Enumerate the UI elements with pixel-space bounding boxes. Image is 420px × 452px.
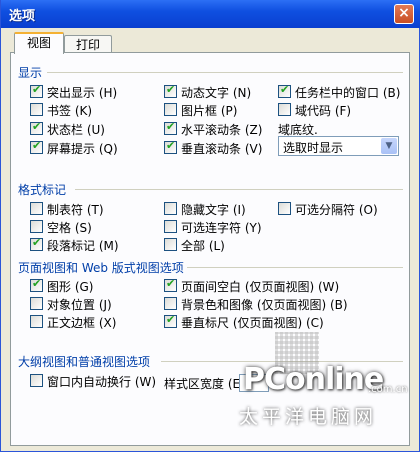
dialog-title: 选项 bbox=[9, 9, 36, 24]
optional-breaks-checkbox[interactable] bbox=[278, 202, 291, 215]
tab-characters-label: 制表符 (T) bbox=[47, 203, 104, 217]
spaces-checkbox[interactable] bbox=[30, 220, 43, 233]
vertical-ruler-checkbox[interactable] bbox=[164, 313, 177, 328]
screen-tips-label: 屏幕提示 (Q) bbox=[47, 142, 118, 156]
wrap-to-window-label: 窗口内自动换行 (W) bbox=[47, 375, 157, 389]
highlight-label: 突出显示 (H) bbox=[47, 86, 118, 100]
optional-hyphens-checkbox[interactable] bbox=[164, 220, 177, 233]
optional-breaks-label: 可选分隔符 (O) bbox=[295, 203, 378, 217]
text-boundaries-checkbox[interactable] bbox=[30, 315, 43, 328]
text-boundaries-label: 正文边框 (X) bbox=[47, 316, 117, 330]
status-bar-checkbox[interactable] bbox=[30, 120, 43, 135]
section-divider bbox=[187, 267, 403, 268]
options-dialog: 选项 × 视图 打印 显示 突出显示 (H) 书签 (K) 状态栏 (U) 屏幕… bbox=[0, 0, 420, 452]
background-colors-images-checkbox[interactable] bbox=[164, 297, 177, 310]
vertical-scrollbar-checkbox[interactable] bbox=[164, 139, 177, 154]
watermark-subtitle: 太平洋电脑网 bbox=[239, 406, 378, 428]
tab-view[interactable]: 视图 bbox=[14, 32, 64, 54]
drawings-checkbox[interactable] bbox=[30, 277, 43, 292]
watermark: PConline .com.cn 太平洋电脑网 bbox=[233, 322, 420, 452]
watermark-brand: PConline bbox=[243, 362, 384, 397]
spaces-label: 空格 (S) bbox=[47, 221, 92, 235]
title-bar[interactable]: 选项 × bbox=[1, 0, 420, 28]
all-marks-label: 全部 (L) bbox=[181, 239, 225, 253]
paragraph-marks-label: 段落标记 (M) bbox=[47, 239, 119, 253]
drawings-label: 图形 (G) bbox=[47, 280, 94, 294]
object-anchors-checkbox[interactable] bbox=[30, 297, 43, 310]
hidden-text-checkbox[interactable] bbox=[164, 202, 177, 215]
bookmarks-checkbox[interactable] bbox=[30, 103, 43, 116]
section-formatting-heading: 格式标记 bbox=[18, 183, 67, 197]
paragraph-marks-checkbox[interactable] bbox=[30, 236, 43, 251]
horizontal-scrollbar-label: 水平滚动条 (Z) bbox=[181, 123, 263, 137]
highlight-checkbox[interactable] bbox=[30, 83, 43, 98]
horizontal-scrollbar-checkbox[interactable] bbox=[164, 120, 177, 135]
status-bar-label: 状态栏 (U) bbox=[47, 123, 105, 137]
field-shading-select[interactable]: 选取时显示 ▼ bbox=[278, 136, 399, 156]
hidden-text-label: 隐藏文字 (I) bbox=[181, 203, 246, 217]
section-display-heading: 显示 bbox=[18, 66, 43, 80]
bookmarks-label: 书签 (K) bbox=[47, 104, 93, 118]
section-divider bbox=[75, 189, 403, 190]
wrap-to-window-checkbox[interactable] bbox=[30, 374, 43, 387]
all-marks-checkbox[interactable] bbox=[164, 238, 177, 251]
white-space-between-pages-checkbox[interactable] bbox=[164, 277, 177, 292]
vertical-scrollbar-label: 垂直滚动条 (V) bbox=[181, 142, 263, 156]
field-codes-label: 域代码 (F) bbox=[295, 104, 352, 118]
field-codes-checkbox[interactable] bbox=[278, 103, 291, 116]
field-shading-value: 选取时显示 bbox=[283, 141, 344, 155]
section-page-view-heading: 页面视图和 Web 版式视图选项 bbox=[18, 261, 184, 275]
background-colors-images-label: 背景色和图像 (仅页面视图) (B) bbox=[181, 298, 348, 312]
animated-text-label: 动态文字 (N) bbox=[181, 86, 252, 100]
chevron-down-icon[interactable]: ▼ bbox=[381, 138, 397, 154]
close-button[interactable]: × bbox=[394, 4, 414, 24]
tab-characters-checkbox[interactable] bbox=[30, 202, 43, 215]
screen-tips-checkbox[interactable] bbox=[30, 139, 43, 154]
watermark-domain: .com.cn bbox=[368, 384, 408, 395]
animated-text-checkbox[interactable] bbox=[164, 83, 177, 98]
section-outline-heading: 大纲视图和普通视图选项 bbox=[18, 355, 151, 369]
optional-hyphens-label: 可选连字符 (Y) bbox=[181, 221, 262, 235]
picture-placeholders-label: 图片框 (P) bbox=[181, 104, 238, 118]
picture-placeholders-checkbox[interactable] bbox=[164, 103, 177, 116]
windows-in-taskbar-label: 任务栏中的窗口 (B) bbox=[295, 86, 401, 100]
object-anchors-label: 对象位置 (J) bbox=[47, 298, 112, 312]
section-divider bbox=[47, 72, 403, 73]
windows-in-taskbar-checkbox[interactable] bbox=[278, 83, 291, 98]
white-space-between-pages-label: 页面间空白 (仅页面视图) (W) bbox=[181, 280, 340, 294]
